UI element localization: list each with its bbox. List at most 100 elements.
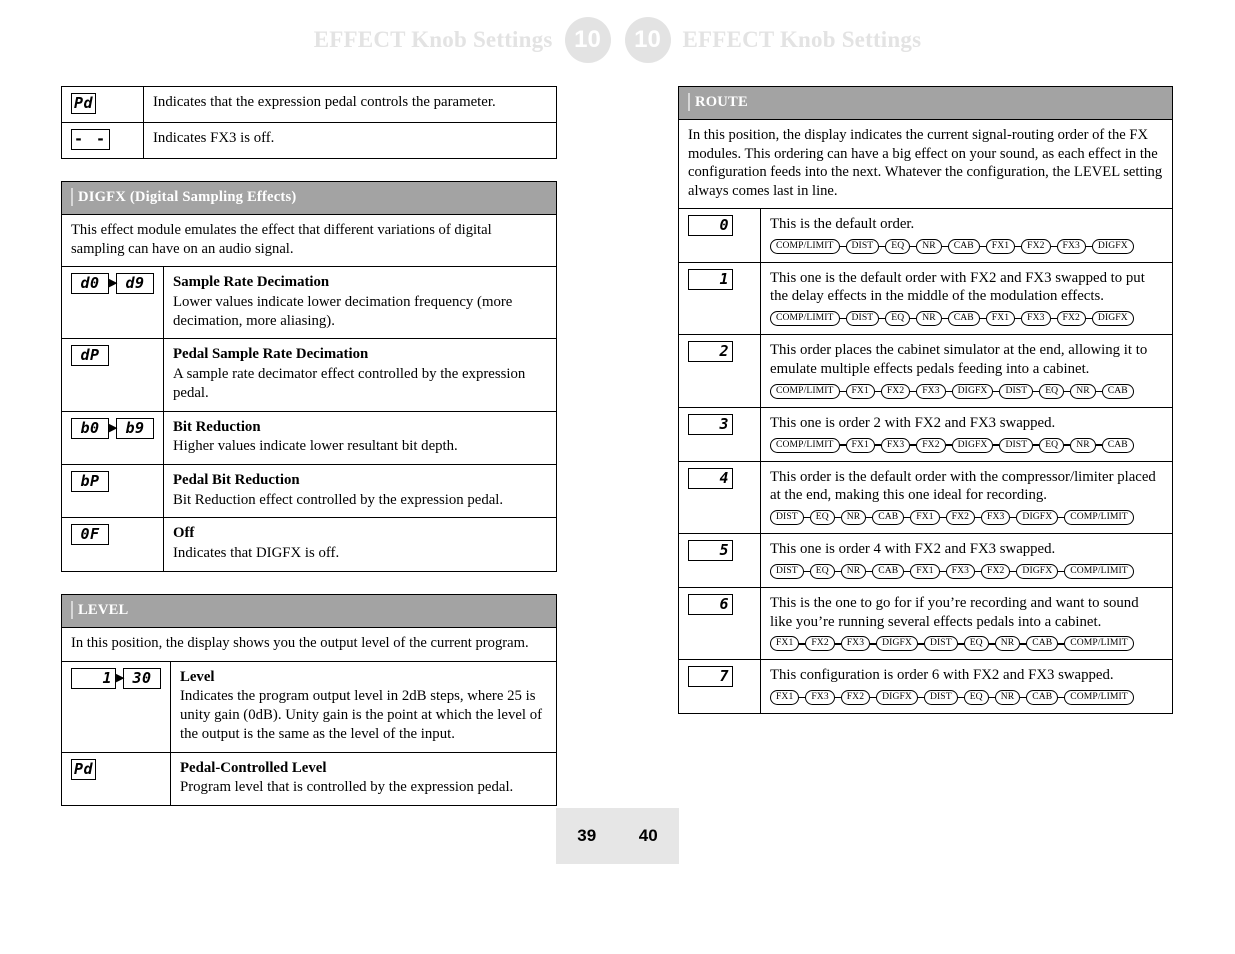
chain-module-pill: COMP/LIMIT xyxy=(770,383,840,399)
row-description: This is the one to go for if you’re reco… xyxy=(770,594,1139,630)
table-row: 4 This order is the default order with th… xyxy=(678,460,1173,535)
digfx-section-table: DIGFX (Digital Sampling Effects) This ef… xyxy=(61,180,557,572)
chain-module-pill: DIST xyxy=(999,383,1034,399)
chain-module-pill: DIGFX xyxy=(1091,311,1134,327)
chain-module-pill: EQ xyxy=(809,563,835,579)
lcd-display-1-30: 1 ▶ 30 xyxy=(71,667,161,689)
chain-module-pill: DIST xyxy=(770,563,804,579)
table-row: dP Pedal Sample Rate Decimation A sample… xyxy=(61,338,557,412)
chain-module-pill: COMP/LIMIT xyxy=(770,311,840,327)
lcd-display-route-7: 7 xyxy=(688,666,733,688)
chain-module-pill: EQ xyxy=(1039,437,1065,453)
lcd-chip: 3 xyxy=(688,413,733,435)
chain-connector-icon xyxy=(988,643,995,645)
lcd-chip-from: 1 xyxy=(71,667,116,689)
lcd-display-route-5: 5 xyxy=(688,540,733,562)
lcd-display-pd: Pd xyxy=(71,93,97,114)
lcd-chip: Pd xyxy=(71,93,97,114)
lcd-display-b0-b9: b0 ▶ b9 xyxy=(71,417,154,439)
table-row: 0 This is the default order. COMP/LIMIT DIS… xyxy=(678,207,1173,263)
chain-module-pill: CAB xyxy=(947,238,980,254)
chain-connector-icon xyxy=(945,444,952,446)
section-header-row: ROUTE xyxy=(678,85,1173,121)
lcd-chip: bP xyxy=(71,470,109,492)
table-row: 5 This one is order 4 with FX2 and FX3 sw… xyxy=(678,533,1173,588)
chain-module-pill: FX2 xyxy=(981,563,1011,579)
description-cell: This one is order 2 with FX2 and FX3 swa… xyxy=(760,406,1173,462)
section-heading-cell: LEVEL xyxy=(61,593,557,629)
description-cell: Level Indicates the program output level… xyxy=(170,660,557,753)
chain-module-pill: FX2 xyxy=(1021,238,1051,254)
section-intro-cell: This effect module emulates the effect t… xyxy=(61,214,557,268)
level-section-table: LEVEL In this position, the display show… xyxy=(61,593,557,806)
chain-module-pill: FX1 xyxy=(985,311,1016,327)
signal-routing-chain: DIST EQ NR CAB FX1 FX3 FX2 DIGFX COMP/LIMIT xyxy=(770,563,1163,579)
table-row: Pd Indicates that the expression pedal c… xyxy=(61,86,557,123)
header-title-left: EFFECT Knob Settings xyxy=(313,27,553,52)
chain-module-pill: FX1 xyxy=(770,636,800,652)
chain-connector-icon xyxy=(803,516,810,519)
route-rows-body: 0 This is the default order. COMP/LIMIT DIS… xyxy=(678,207,1173,715)
chain-connector-icon xyxy=(834,516,841,519)
chain-module-pill: DIST xyxy=(923,636,958,652)
chain-module-pill: COMP/LIMIT xyxy=(1064,510,1134,526)
section-heading-cell: ROUTE xyxy=(678,85,1173,121)
table-row: b0 ▶ b9 Bit Reduction Higher values indi… xyxy=(61,410,557,465)
lcd-chip-from: b0 xyxy=(71,417,109,439)
running-header: EFFECT Knob Settings 10 10 EFFECT Knob S… xyxy=(0,14,1235,66)
chain-module-pill: COMP/LIMIT xyxy=(770,238,840,254)
description-cell: This one is the default order with FX2 a… xyxy=(760,261,1173,336)
chain-module-pill: FX1 xyxy=(770,690,800,706)
chain-module-pill: EQ xyxy=(885,311,911,327)
fx3-continuation-table: Pd Indicates that the expression pedal c… xyxy=(61,86,557,159)
table-row: bP Pedal Bit Reduction Bit Reduction eff… xyxy=(61,463,557,519)
lcd-display-off-dashes: - - xyxy=(71,129,111,150)
table-row: d0 ▶ d9 Sample Rate Decimation Lower val… xyxy=(61,266,557,340)
description-cell: Indicates that the expression pedal cont… xyxy=(143,86,557,123)
description-cell: Pedal-Controlled Level Program level tha… xyxy=(170,751,557,806)
row-description: This one is order 2 with FX2 and FX3 swa… xyxy=(770,414,1056,431)
symbol-cell: - - xyxy=(61,122,144,159)
lcd-display-dp: dP xyxy=(71,345,109,367)
chain-connector-icon xyxy=(839,245,846,247)
chain-connector-icon xyxy=(839,444,846,446)
lcd-display-route-2: 2 xyxy=(688,341,733,363)
lcd-display-bp: bP xyxy=(71,470,109,492)
chain-connector-icon xyxy=(945,390,952,392)
chain-module-pill: DIST xyxy=(845,238,880,254)
signal-routing-chain: COMP/LIMIT DIST EQ NR CAB FX1 FX2 FX3 DIGFX xyxy=(770,238,1163,254)
chain-connector-icon xyxy=(1050,245,1057,247)
lcd-display-route-1: 1 xyxy=(688,268,733,290)
arrow-right-icon: ▶ xyxy=(109,420,118,434)
row-description: This one is the default order with FX2 a… xyxy=(770,269,1145,305)
row-term: Sample Rate Decimation xyxy=(173,274,330,291)
lcd-chip-from: d0 xyxy=(71,273,109,295)
chain-module-pill: FX2 xyxy=(805,636,835,652)
section-intro-row: In this position, the display indicates … xyxy=(678,119,1173,209)
chain-module-pill: DIGFX xyxy=(1091,238,1134,254)
lcd-chip: dP xyxy=(71,345,109,367)
lcd-display-of: 0F xyxy=(71,524,109,546)
signal-routing-chain: FX1 FX3 FX2 DIGFX DIST EQ NR CAB COMP/LIMIT xyxy=(770,690,1163,706)
header-title-right: EFFECT Knob Settings xyxy=(682,27,922,52)
chain-module-pill: FX1 xyxy=(845,437,875,453)
lcd-chip-to: 30 xyxy=(123,667,161,689)
table-row: 3 This one is order 2 with FX2 and FX3 sw… xyxy=(678,406,1173,462)
chain-connector-icon xyxy=(941,245,948,247)
manual-page: EFFECT Knob Settings 10 10 EFFECT Knob S… xyxy=(0,0,1235,954)
chain-module-pill: NR xyxy=(840,563,867,579)
lcd-display-d0-d9: d0 ▶ d9 xyxy=(71,273,154,295)
table-row: Pd Pedal-Controlled Level Program level … xyxy=(61,751,557,806)
chain-connector-icon xyxy=(839,318,846,320)
symbol-cell: 0 xyxy=(678,207,761,263)
description-cell: Indicates FX3 is off. xyxy=(143,122,557,159)
chain-module-pill: COMP/LIMIT xyxy=(770,437,840,453)
chain-module-pill: DIST xyxy=(999,437,1034,453)
chain-module-pill: FX1 xyxy=(910,510,940,526)
row-description: Indicates the program output level in 2d… xyxy=(180,688,543,742)
chain-module-pill: DIST xyxy=(770,510,804,526)
table-row: 1 This one is the default order with FX2 … xyxy=(678,261,1173,336)
chain-connector-icon xyxy=(1095,390,1102,392)
description-cell: Pedal Sample Rate Decimation A sample ra… xyxy=(163,338,557,412)
chain-module-pill: NR xyxy=(840,510,867,526)
